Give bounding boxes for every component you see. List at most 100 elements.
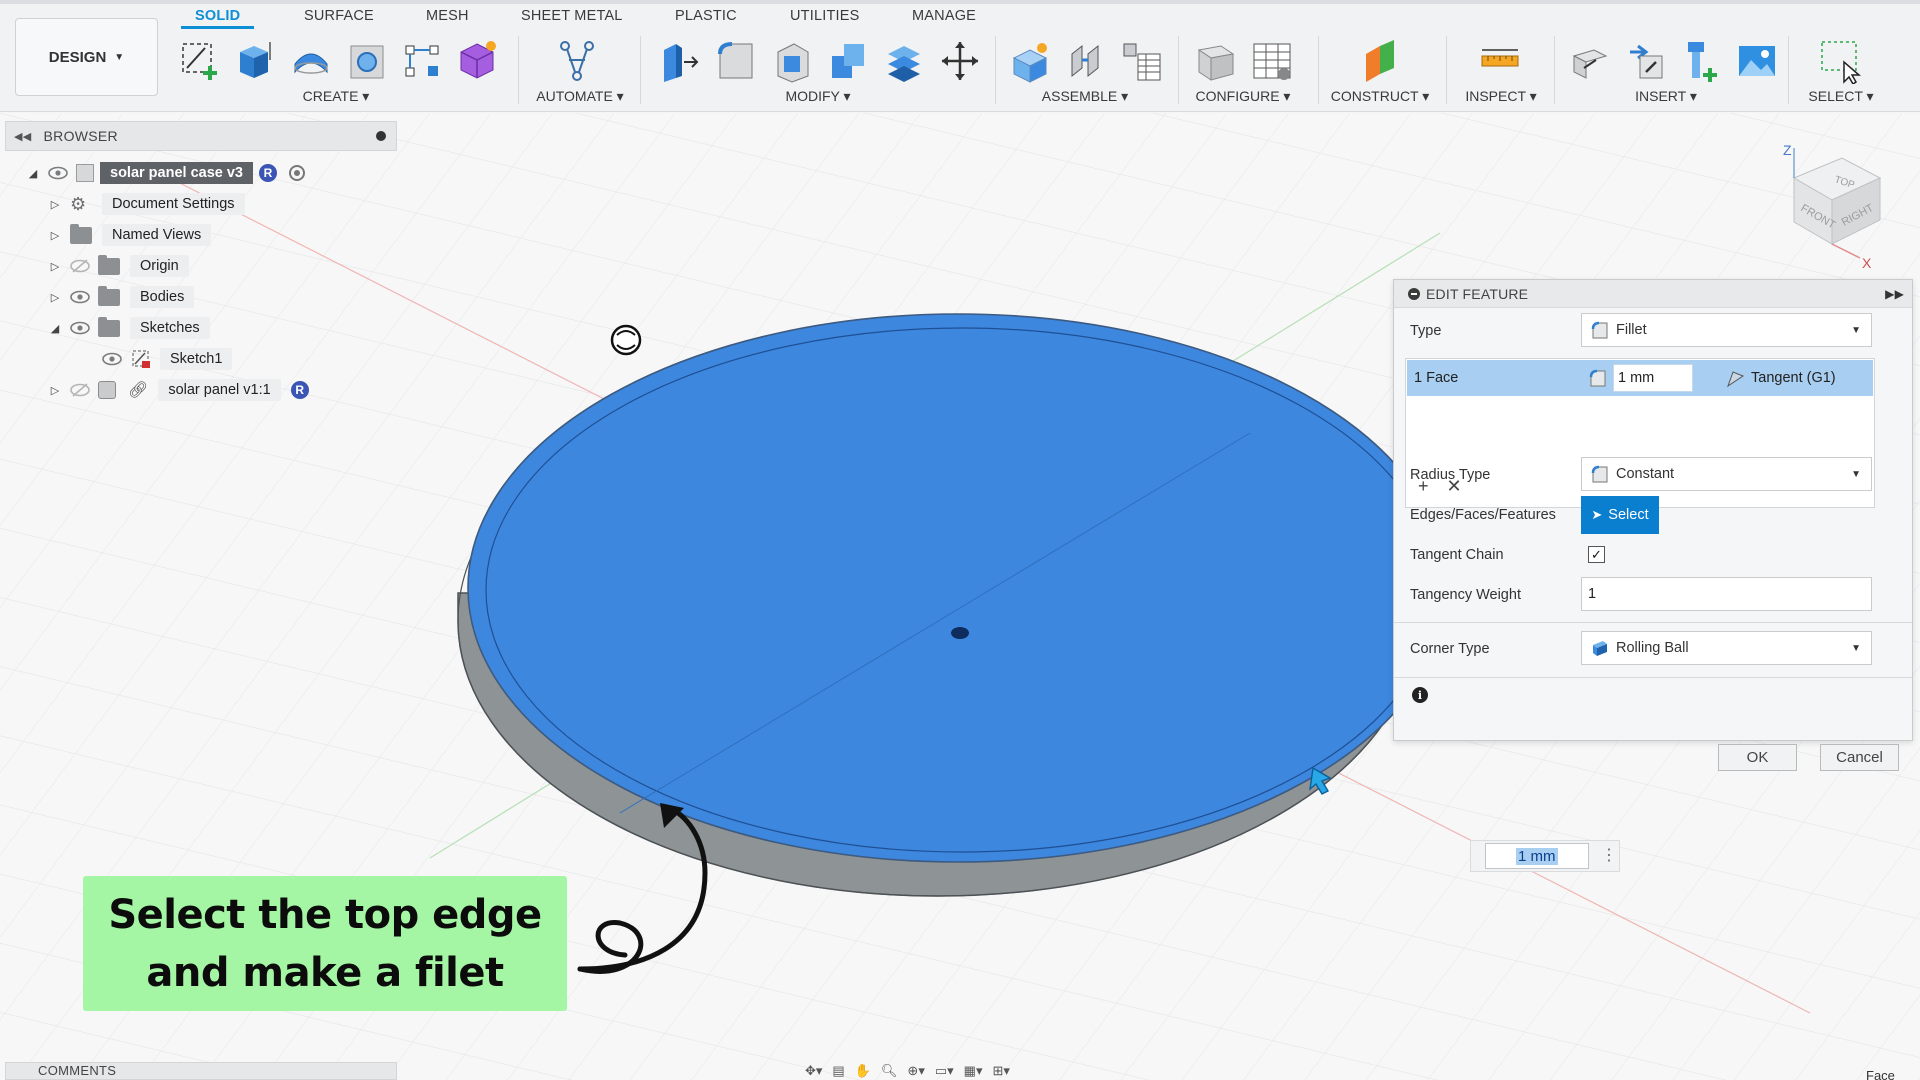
tangency-weight-input[interactable]: 1: [1581, 577, 1872, 611]
visibility-eye-icon[interactable]: [70, 290, 90, 304]
tree-item-sketches[interactable]: ◢ Sketches: [48, 315, 210, 341]
insert-canvas-icon[interactable]: [1735, 38, 1779, 84]
more-options-icon[interactable]: ⋮: [1601, 848, 1617, 864]
measure-icon[interactable]: [1478, 38, 1522, 84]
ok-button[interactable]: OK: [1718, 744, 1797, 771]
tree-item-component[interactable]: ▷ 🔗︎ solar panel v1:1 R: [48, 377, 309, 403]
pan-icon[interactable]: ✋: [855, 1063, 871, 1079]
select-window-icon[interactable]: [1818, 38, 1862, 86]
modify-menu[interactable]: MODIFY ▾: [785, 88, 850, 105]
shell-icon[interactable]: [770, 38, 814, 84]
inspect-menu[interactable]: INSPECT ▾: [1465, 88, 1536, 105]
insert-menu[interactable]: INSERT ▾: [1635, 88, 1697, 105]
offset-face-icon[interactable]: [882, 38, 926, 84]
construct-menu[interactable]: CONSTRUCT ▾: [1331, 88, 1430, 105]
collapse-dialog-icon[interactable]: [1408, 287, 1420, 300]
activate-radio-icon[interactable]: [289, 165, 305, 181]
assemble-menu[interactable]: ASSEMBLE ▾: [1042, 88, 1128, 105]
floating-radius-input[interactable]: 1 mm ⋮: [1470, 840, 1620, 872]
insert-derive-icon[interactable]: [1568, 38, 1612, 84]
combine-icon[interactable]: [826, 38, 870, 84]
select-menu[interactable]: SELECT ▾: [1808, 88, 1873, 105]
visibility-hidden-icon[interactable]: [70, 259, 90, 273]
expand-triangle-icon[interactable]: ▷: [48, 260, 62, 273]
tangent-chain-checkbox[interactable]: ✓: [1588, 546, 1605, 563]
radius-input[interactable]: 1 mm: [1613, 364, 1693, 392]
tree-item-document-settings[interactable]: ▷ ⚙ Document Settings: [48, 191, 245, 217]
tab-sheet-metal[interactable]: SHEET METAL: [521, 8, 623, 24]
move-icon[interactable]: [938, 38, 982, 84]
dialog-header[interactable]: EDIT FEATURE ▶▶: [1394, 280, 1912, 308]
zoom-icon[interactable]: 🔍︎: [881, 1063, 898, 1079]
insert-mcmaster-icon[interactable]: [1680, 38, 1724, 84]
press-pull-icon[interactable]: [658, 38, 702, 84]
disc-top-face[interactable]: [467, 313, 1449, 863]
selection-row[interactable]: 1 Face 1 mm Tangent (G1): [1407, 360, 1873, 396]
tab-plastic[interactable]: PLASTIC: [675, 8, 737, 24]
expand-triangle-icon[interactable]: ▷: [48, 198, 62, 211]
pattern-icon[interactable]: [400, 38, 444, 84]
corner-type-dropdown[interactable]: Rolling Ball ▼: [1581, 631, 1872, 665]
insert-mesh-link-icon[interactable]: [1624, 38, 1668, 84]
orbit-icon[interactable]: ✥▾: [805, 1063, 822, 1079]
visibility-eye-icon[interactable]: [48, 166, 68, 180]
visibility-hidden-icon[interactable]: [70, 383, 90, 397]
chevron-down-icon: ▼: [114, 51, 125, 63]
tab-solid[interactable]: SOLID: [180, 8, 255, 29]
expand-triangle-icon[interactable]: ▷: [48, 291, 62, 304]
tree-item-bodies[interactable]: ▷ Bodies: [48, 284, 195, 310]
extrude-icon[interactable]: [232, 38, 276, 84]
tree-root[interactable]: ◢ solar panel case v3 R: [26, 160, 305, 186]
expand-triangle-icon[interactable]: ▷: [48, 384, 62, 397]
configure-table-icon[interactable]: [1250, 38, 1294, 84]
browser-header[interactable]: ◀◀ BROWSER: [5, 121, 397, 151]
edges-select-button[interactable]: ➤ Select: [1581, 496, 1659, 534]
floating-radius-field[interactable]: 1 mm: [1485, 843, 1589, 869]
form-icon[interactable]: [455, 38, 499, 84]
create-sketch-icon[interactable]: [177, 38, 221, 84]
bom-icon[interactable]: [1120, 38, 1164, 84]
info-icon[interactable]: i: [1412, 687, 1428, 703]
continuity-value[interactable]: Tangent (G1): [1751, 370, 1836, 386]
workspace-switcher-button[interactable]: DESIGN ▼: [15, 18, 158, 96]
tree-item-origin[interactable]: ▷ Origin: [48, 253, 189, 279]
expand-dialog-icon[interactable]: ▶▶: [1885, 287, 1904, 301]
comments-panel[interactable]: COMMENTS: [5, 1062, 397, 1080]
configure-icon[interactable]: [1193, 38, 1237, 84]
tab-utilities[interactable]: UTILITIES: [790, 8, 859, 24]
joint-icon[interactable]: [1064, 38, 1108, 84]
hole-icon[interactable]: [345, 38, 389, 84]
automate-menu[interactable]: AUTOMATE ▾: [536, 88, 623, 105]
look-at-icon[interactable]: ▤: [832, 1063, 844, 1079]
viewports-icon[interactable]: ⊞▾: [992, 1063, 1009, 1079]
new-component-icon[interactable]: [1008, 38, 1052, 84]
grid-settings-icon[interactable]: ▦▾: [964, 1063, 983, 1079]
fit-icon[interactable]: ⊕▾: [907, 1063, 924, 1079]
automate-icon[interactable]: [555, 38, 599, 84]
create-menu[interactable]: CREATE ▾: [303, 88, 370, 105]
offset-plane-icon[interactable]: [1358, 38, 1402, 84]
type-dropdown[interactable]: Fillet ▼: [1581, 313, 1872, 347]
tree-item-sketch1[interactable]: Sketch1: [102, 346, 233, 372]
visibility-eye-icon[interactable]: [102, 352, 122, 366]
revolve-icon[interactable]: [289, 38, 333, 84]
tree-item-named-views[interactable]: ▷ Named Views: [48, 222, 212, 248]
radius-type-dropdown[interactable]: Constant ▼: [1581, 457, 1872, 491]
configure-menu[interactable]: CONFIGURE ▾: [1196, 88, 1291, 105]
expand-triangle-icon[interactable]: ◢: [26, 167, 40, 180]
collapse-triangle-icon[interactable]: ◢: [48, 322, 62, 335]
tab-surface[interactable]: SURFACE: [304, 8, 374, 24]
folder-icon: [98, 254, 120, 275]
center-point[interactable]: [951, 627, 969, 639]
fillet-icon[interactable]: [714, 38, 758, 84]
collapse-panel-icon[interactable]: ◀◀: [14, 130, 32, 143]
expand-triangle-icon[interactable]: ▷: [48, 229, 62, 242]
pin-icon[interactable]: [376, 131, 386, 141]
view-cube[interactable]: TOP FRONT RIGHT Z X: [1772, 140, 1902, 271]
cancel-button[interactable]: Cancel: [1820, 744, 1899, 771]
tab-manage[interactable]: MANAGE: [912, 8, 976, 24]
tab-mesh[interactable]: MESH: [426, 8, 469, 24]
main-toolbar: SOLID SURFACE MESH SHEET METAL PLASTIC U…: [0, 0, 1920, 112]
visibility-eye-icon[interactable]: [70, 321, 90, 335]
display-settings-icon[interactable]: ▭▾: [935, 1063, 954, 1079]
